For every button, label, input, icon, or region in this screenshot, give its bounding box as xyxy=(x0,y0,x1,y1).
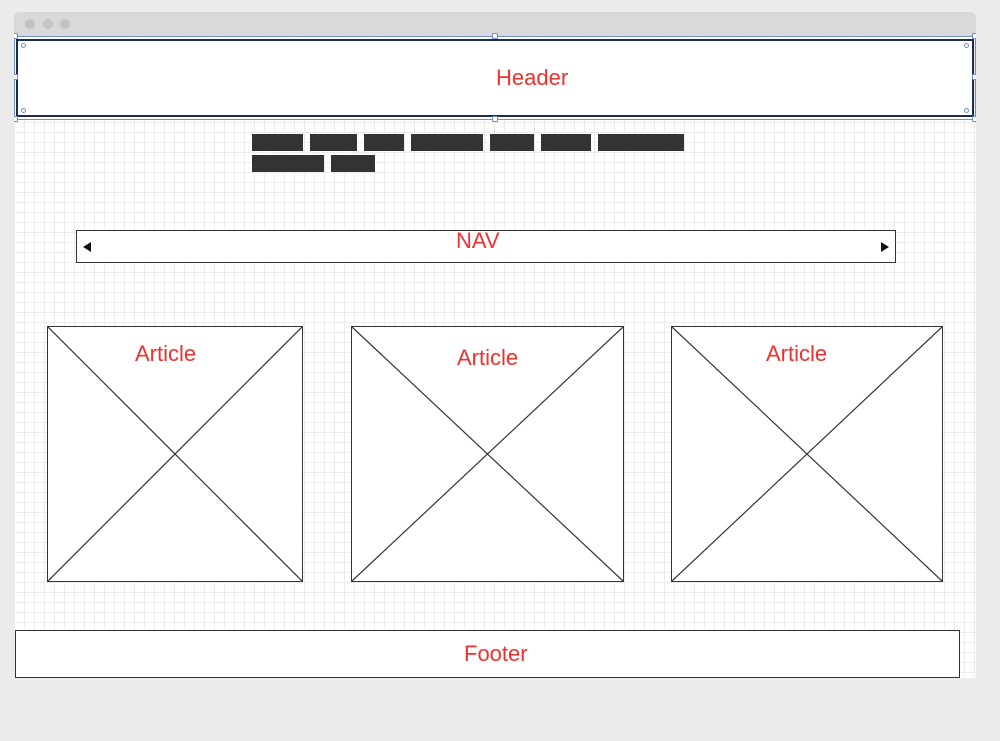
article-placeholder[interactable]: Article xyxy=(47,326,303,582)
link-bar-row xyxy=(252,155,692,172)
link-placeholder-block[interactable] xyxy=(331,155,375,172)
nav-label: NAV xyxy=(456,228,500,253)
resize-handle-bottom-right[interactable] xyxy=(972,116,976,122)
nav-placeholder[interactable]: NAV xyxy=(76,228,896,263)
article-label: Article xyxy=(766,341,828,366)
resize-handle-top-right[interactable] xyxy=(972,33,976,39)
article-label: Article xyxy=(135,341,197,366)
close-dot-icon[interactable] xyxy=(25,19,35,29)
link-placeholder-block[interactable] xyxy=(310,134,357,151)
header-label: Header xyxy=(496,65,569,90)
corner-point-icon[interactable] xyxy=(21,43,26,48)
link-bar-row xyxy=(252,134,692,151)
arrow-left-icon[interactable] xyxy=(83,242,91,252)
resize-handle-bottom-left[interactable] xyxy=(14,116,18,122)
maximize-dot-icon[interactable] xyxy=(60,19,70,29)
resize-handle-left[interactable] xyxy=(14,74,18,80)
arrow-right-icon[interactable] xyxy=(881,242,889,252)
corner-point-icon[interactable] xyxy=(964,43,969,48)
link-placeholder-block[interactable] xyxy=(252,134,303,151)
corner-point-icon[interactable] xyxy=(21,108,26,113)
article-placeholder[interactable]: Article xyxy=(351,326,624,582)
link-placeholder-block[interactable] xyxy=(541,134,591,151)
link-placeholder-block[interactable] xyxy=(252,155,324,172)
link-bar-placeholder xyxy=(252,134,692,176)
resize-handle-top[interactable] xyxy=(492,33,498,39)
article-label: Article xyxy=(457,345,519,370)
resize-handle-right[interactable] xyxy=(972,74,976,80)
resize-handle-top-left[interactable] xyxy=(14,33,18,39)
resize-handle-bottom[interactable] xyxy=(492,116,498,122)
link-placeholder-block[interactable] xyxy=(364,134,404,151)
link-placeholder-block[interactable] xyxy=(490,134,534,151)
wireframe-canvas-window: Header NAV Article Article Article Foote… xyxy=(14,12,976,678)
minimize-dot-icon[interactable] xyxy=(43,19,53,29)
header-placeholder[interactable]: Header xyxy=(16,39,974,117)
footer-label: Footer xyxy=(464,641,528,666)
link-placeholder-block[interactable] xyxy=(411,134,483,151)
corner-point-icon[interactable] xyxy=(964,108,969,113)
footer-placeholder[interactable]: Footer xyxy=(15,630,960,678)
article-placeholder[interactable]: Article xyxy=(671,326,943,582)
link-placeholder-block[interactable] xyxy=(598,134,684,151)
